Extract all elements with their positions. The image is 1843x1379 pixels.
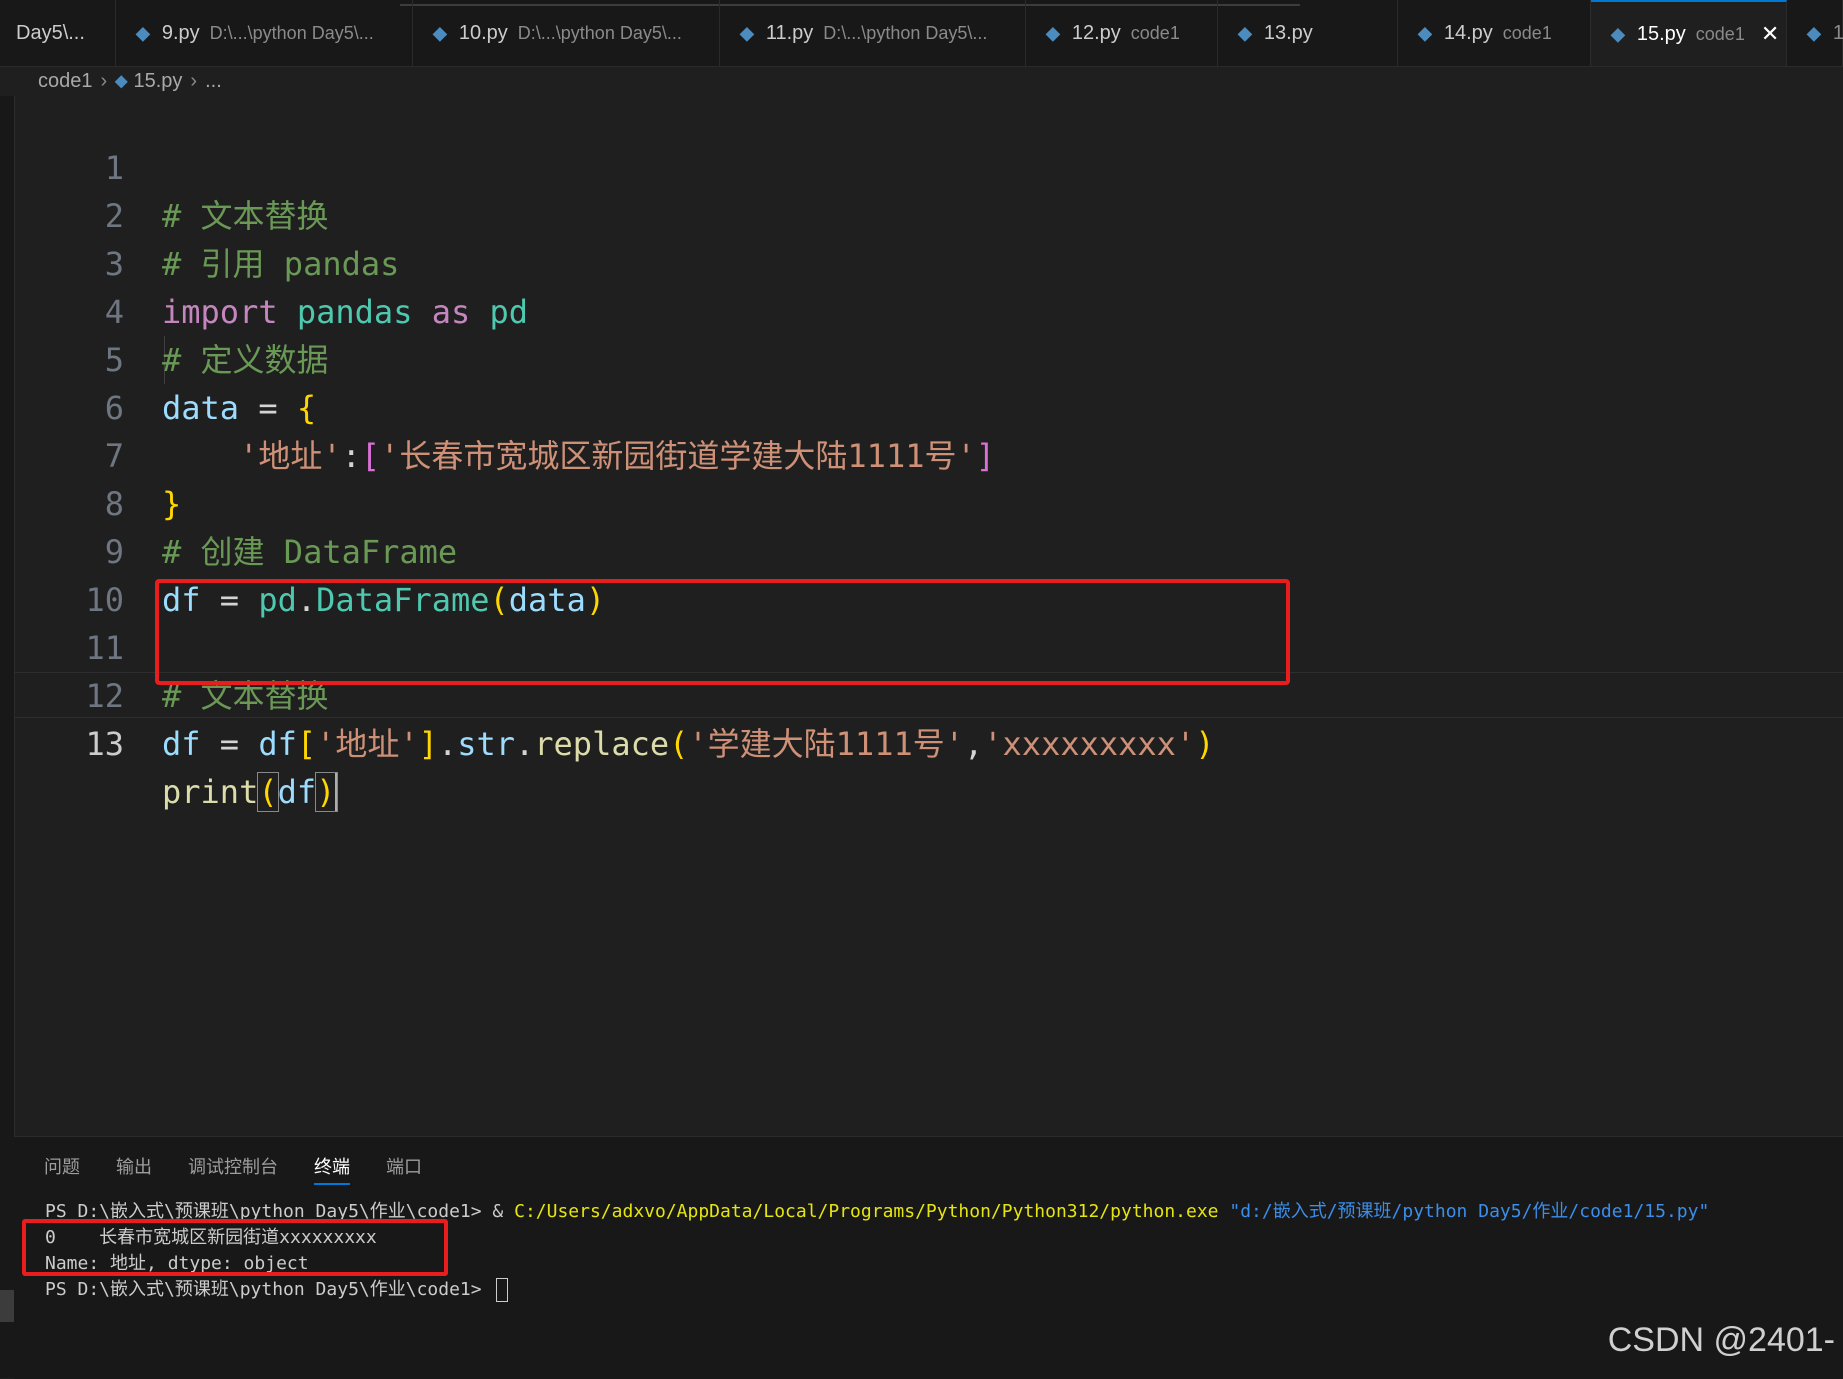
python-file-icon: ◆ [433,22,447,43]
code-line-7[interactable]: 7 } [14,384,1843,523]
tab-description: D:\...\python Day5\... [823,22,988,43]
function-name: replace [534,725,670,763]
tab-description: D:\...\python Day5\... [209,22,374,43]
tab-debug-console[interactable]: 调试控制台 [188,1153,278,1185]
tab-description: code1 [1130,22,1180,43]
tab-label: 10.py [458,21,508,44]
chevron-right-icon: › [100,69,108,92]
code-line-10[interactable]: 10 [14,528,1843,619]
breadcrumb: code1 › ◆ 15.py › ... [38,66,222,96]
string-arg: '学建大陆1111号' [688,725,964,763]
highlight-box [155,579,1290,685]
tab-label: 1 [1832,21,1843,44]
terminal-cursor [496,1278,509,1302]
tab-ports[interactable]: 端口 [386,1153,422,1185]
tab-next[interactable]: ◆ 1 [1787,0,1843,66]
tab-label: Day5\... [16,21,85,44]
paren: ( [669,725,689,763]
code-line-1[interactable]: 1 # 文本替换 [14,96,1843,235]
tab-12py[interactable]: ◆ 12.py code1 [1026,0,1218,66]
code-line-6[interactable]: 6 '地址':['长春市宽城区新园街道学建大陆1111号'] [14,336,1843,475]
code-line-5[interactable]: 5 data = { [14,288,1843,427]
tab-description: code1 [1695,23,1745,44]
dot: . [515,725,535,763]
bracket: ] [418,725,438,763]
python-exe-path: C:/Users/adxvo/AppData/Local/Programs/Py… [514,1201,1219,1222]
attribute: str [457,725,515,763]
python-file-icon: ◆ [1611,23,1625,44]
tab-description: code1 [1502,22,1552,43]
tab-label: 11.py [765,21,814,44]
tab-description: D:\...\python Day5\... [517,22,682,43]
tab-11py[interactable]: ◆ 11.py D:\...\python Day5\... [720,0,1026,66]
string-arg: 'xxxxxxxxx' [983,725,1196,763]
python-file-icon: ◆ [136,22,150,43]
tab-terminal[interactable]: 终端 [314,1153,350,1185]
tab-10py[interactable]: ◆ 10.py D:\...\python Day5\... [413,0,720,66]
python-file-icon: ◆ [115,73,128,90]
breadcrumb-file[interactable]: 15.py [133,70,182,93]
python-file-icon: ◆ [1046,22,1060,43]
paren: ( [257,772,279,812]
terminal-prompt-line: PS D:\嵌入式\预课班\python Day5\作业\code1> [45,1277,1709,1303]
tab-output[interactable]: 输出 [116,1153,152,1185]
operator: = [200,725,259,763]
line-number: 13 [85,725,124,763]
bracket: [ [296,725,317,763]
paren: ) [1195,725,1215,763]
code-line-4[interactable]: 4 # 定义数据 [14,240,1843,379]
paren: ) [315,772,339,812]
tab-label: 13.py [1263,21,1313,44]
tab-problems[interactable]: 问题 [44,1153,80,1185]
tab-label: 12.py [1071,21,1121,44]
scroll-indicator [0,1290,14,1322]
tab-label: 15.py [1636,22,1686,45]
tab-13py[interactable]: ◆ 13.py [1218,0,1398,66]
code-line-2[interactable]: 2 # 引用 pandas [14,144,1843,283]
breadcrumb-folder[interactable]: code1 [38,70,93,93]
tab-15py[interactable]: ◆ 15.py code1 ✕ [1591,0,1787,66]
tab-label: 9.py [161,21,200,44]
breadcrumb-symbols[interactable]: ... [205,70,222,93]
chevron-right-icon: › [190,69,198,92]
string-key: '地址' [316,725,419,763]
argument: df [277,773,317,811]
python-file-icon: ◆ [1238,22,1252,43]
dot: . [437,725,458,763]
variable: df [162,725,201,763]
script-path: "d:/嵌入式/预课班/python Day5/作业/code1/15.py" [1218,1201,1710,1222]
object: df [258,725,297,763]
code-line-3[interactable]: 3 import pandas as pd [14,192,1843,331]
watermark: CSDN @2401- [1607,1321,1835,1359]
tab-9py[interactable]: ◆ 9.py D:\...\python Day5\... [116,0,413,66]
tab-label: 14.py [1443,21,1493,44]
panel-tab-bar: 问题 输出 调试控制台 终端 端口 [44,1153,422,1185]
tab-14py[interactable]: ◆ 14.py code1 [1398,0,1591,66]
comma: , [964,725,984,763]
python-file-icon: ◆ [1418,22,1432,43]
python-file-icon: ◆ [740,22,754,43]
editor-tab-bar: Day5\... ◆ 9.py D:\...\python Day5\... ◆… [0,0,1843,67]
python-file-icon: ◆ [1807,22,1821,43]
code-line-9[interactable]: 9 df = pd.DataFrame(data) [14,480,1843,619]
code-line-8[interactable]: 8 # 创建 DataFrame [14,432,1843,571]
output-highlight-box [22,1219,448,1276]
activity-strip [0,96,15,1378]
tab-day5[interactable]: Day5\... [0,0,116,66]
close-icon[interactable]: ✕ [1761,21,1779,47]
terminal-prompt: PS D:\嵌入式\预课班\python Day5\作业\code1> [45,1279,493,1300]
function-name: print [162,773,259,811]
